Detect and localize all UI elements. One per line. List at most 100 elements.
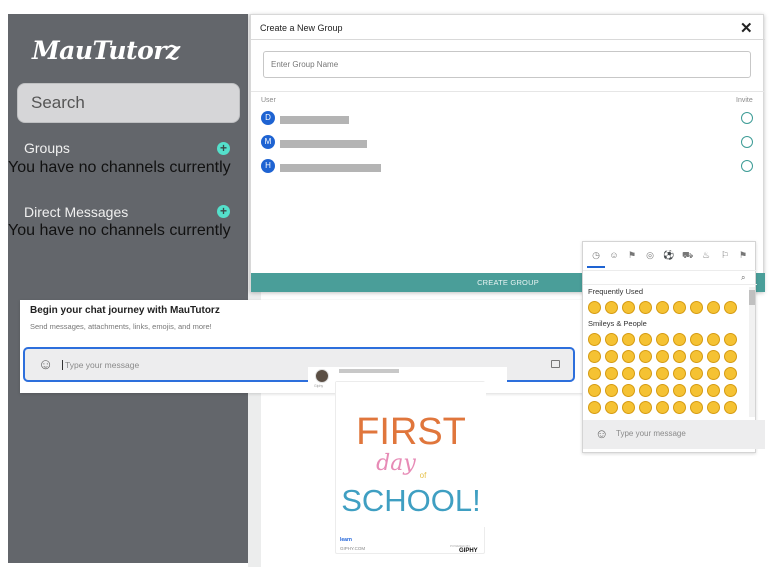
emoji-button[interactable] [707,401,720,414]
active-category-indicator [587,266,605,268]
gif-card[interactable]: FIRST day of SCHOOL! learn GIPHY.COM POW… [335,381,486,554]
emoji-button[interactable] [656,384,669,397]
travel-icon[interactable]: ⛟ [682,250,693,260]
emoji-button[interactable] [656,333,669,346]
user-name [280,116,349,124]
user-column-header: User [261,97,276,104]
emoji-button[interactable] [707,301,720,314]
user-name [280,164,381,172]
invite-radio[interactable] [741,136,753,148]
emoji-icon[interactable]: ☺ [38,357,53,372]
emoji-button[interactable] [605,301,618,314]
smiley-icon[interactable]: ☺ [609,250,619,260]
emoji-button[interactable] [622,384,635,397]
emoji-button[interactable] [690,333,703,346]
clock-icon[interactable]: ◷ [591,250,601,260]
chat-welcome-subtitle: Send messages, attachments, links, emoji… [30,322,212,331]
emoji-button[interactable] [622,333,635,346]
emoji-button[interactable] [673,367,686,380]
emoji-button[interactable] [605,333,618,346]
emoji-button[interactable] [690,301,703,314]
emoji-button[interactable] [639,367,652,380]
animal-icon[interactable]: ⚑ [627,250,637,260]
gif-art-line3: of [420,471,427,480]
search-icon: ⌕ [741,273,746,282]
add-group-icon[interactable]: + [217,142,230,155]
emoji-scrollbar[interactable] [749,287,755,417]
emoji-button[interactable] [707,333,720,346]
search-input[interactable]: Search [17,83,240,123]
image-icon[interactable] [551,360,560,368]
objects-icon[interactable]: ♨ [701,250,711,260]
emoji-button[interactable] [622,350,635,363]
direct-messages-heading: Direct Messages [24,204,129,220]
emoji-button[interactable] [707,367,720,380]
emoji-button[interactable] [724,401,737,414]
emoji-section-heading: Smileys & People [588,319,647,328]
emoji-button[interactable] [605,367,618,380]
emoji-button[interactable] [588,333,601,346]
emoji-button[interactable] [588,384,601,397]
emoji-button[interactable] [588,401,601,414]
emoji-button[interactable] [639,333,652,346]
gif-link[interactable]: learn [340,537,352,543]
smileys-grid [588,333,748,419]
emoji-button[interactable] [673,350,686,363]
sidebar: MauTutorz Search Groups + You have no ch… [8,14,248,563]
emoji-search-input[interactable]: ⌕ [583,270,757,285]
emoji-button[interactable] [673,333,686,346]
user-avatar: H [261,159,275,173]
emoji-button[interactable] [690,367,703,380]
app-logo: MauTutorz [32,36,180,65]
emoji-button[interactable] [605,401,618,414]
close-icon[interactable]: ✕ [740,19,753,37]
invite-radio[interactable] [741,160,753,172]
emoji-button[interactable] [656,301,669,314]
emoji-button[interactable] [605,350,618,363]
flags-icon[interactable]: ⚑ [738,250,748,260]
emoji-icon[interactable]: ☺ [595,427,608,440]
user-avatar: D [261,111,275,125]
emoji-button[interactable] [690,401,703,414]
emoji-button[interactable] [690,384,703,397]
emoji-button[interactable] [639,350,652,363]
emoji-button[interactable] [724,350,737,363]
sports-icon[interactable]: ⚽ [663,250,674,260]
emoji-button[interactable] [605,384,618,397]
emoji-scrollbar-thumb[interactable] [749,290,755,305]
emoji-button[interactable] [724,333,737,346]
emoji-button[interactable] [639,384,652,397]
emoji-button[interactable] [639,401,652,414]
emoji-button[interactable] [724,367,737,380]
invite-radio[interactable] [741,112,753,124]
emoji-button[interactable] [690,350,703,363]
gif-image: FIRST day of SCHOOL! [336,382,486,527]
emoji-message-input[interactable]: ☺ Type your message [583,420,765,449]
emoji-button[interactable] [622,401,635,414]
emoji-button[interactable] [673,384,686,397]
emoji-button[interactable] [656,401,669,414]
user-avatar: M [261,135,275,149]
emoji-button[interactable] [673,401,686,414]
chat-welcome-title: Begin your chat journey with MauTutorz [30,305,220,316]
message-placeholder: Type your message [616,429,686,438]
emoji-button[interactable] [622,367,635,380]
gif-art-line4: SCHOOL! [341,483,481,518]
dialog-divider [251,39,765,40]
emoji-button[interactable] [656,367,669,380]
emoji-button[interactable] [588,350,601,363]
food-icon[interactable]: ◎ [645,250,655,260]
emoji-button[interactable] [673,301,686,314]
group-name-input[interactable]: Enter Group Name [263,51,751,78]
add-direct-message-icon[interactable]: + [217,205,230,218]
emoji-button[interactable] [622,301,635,314]
symbols-icon[interactable]: ⚐ [720,250,730,260]
emoji-button[interactable] [588,367,601,380]
emoji-button[interactable] [639,301,652,314]
emoji-button[interactable] [588,301,601,314]
emoji-button[interactable] [656,350,669,363]
emoji-button[interactable] [724,384,737,397]
emoji-button[interactable] [707,350,720,363]
emoji-button[interactable] [707,384,720,397]
emoji-button[interactable] [724,301,737,314]
